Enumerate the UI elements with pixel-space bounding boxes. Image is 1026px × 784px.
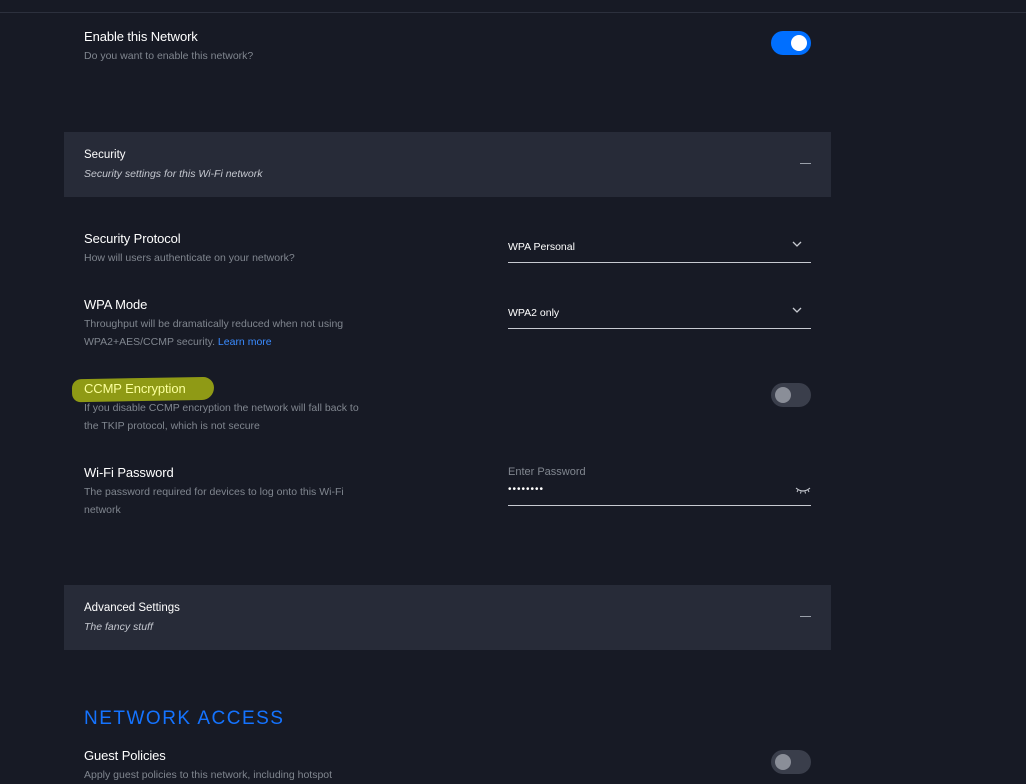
wifi-password-value: •••••••• [508, 484, 545, 495]
chevron-down-icon [792, 307, 802, 313]
security-protocol-title: Security Protocol [84, 231, 181, 246]
learn-more-link[interactable]: Learn more [218, 336, 272, 348]
enable-network-title: Enable this Network [84, 29, 198, 44]
wifi-password-title: Wi-Fi Password [84, 465, 174, 480]
wifi-password-description-line1: The password required for devices to log… [84, 486, 344, 498]
advanced-settings-section-header[interactable]: Advanced Settings The fancy stuff [64, 585, 831, 650]
eye-closed-icon[interactable] [795, 485, 811, 495]
ccmp-encryption-toggle[interactable] [771, 383, 811, 407]
wifi-password-description-line2: network [84, 504, 121, 516]
network-access-heading: NETWORK ACCESS [84, 708, 285, 729]
guest-policies-toggle[interactable] [771, 750, 811, 774]
security-protocol-description: How will users authenticate on your netw… [84, 252, 295, 264]
wifi-password-placeholder: Enter Password [508, 466, 586, 478]
security-protocol-value: WPA Personal [508, 241, 575, 253]
chevron-down-icon [792, 241, 802, 247]
ccmp-encryption-title: CCMP Encryption [84, 381, 186, 396]
toggle-knob [775, 754, 791, 770]
toggle-knob [775, 387, 791, 403]
ccmp-description-line2: the TKIP protocol, which is not secure [84, 420, 260, 432]
wifi-password-input[interactable]: Enter Password •••••••• [508, 466, 811, 506]
advanced-settings-title: Advanced Settings [84, 602, 180, 614]
top-divider [0, 12, 1026, 13]
enable-network-toggle[interactable] [771, 31, 811, 55]
guest-policies-title: Guest Policies [84, 748, 166, 763]
security-section-subtitle: Security settings for this Wi-Fi network [84, 168, 263, 180]
wpa-mode-description-line2: WPA2+AES/CCMP security. Learn more [84, 333, 272, 351]
wpa-mode-select[interactable]: WPA2 only [508, 298, 811, 329]
advanced-settings-subtitle: The fancy stuff [84, 621, 153, 633]
toggle-knob [791, 35, 807, 51]
security-section-header[interactable]: Security Security settings for this Wi-F… [64, 132, 831, 197]
ccmp-description-line1: If you disable CCMP encryption the netwo… [84, 402, 359, 414]
enable-network-description: Do you want to enable this network? [84, 50, 254, 62]
security-section-title: Security [84, 149, 126, 161]
wpa-mode-value: WPA2 only [508, 307, 560, 319]
guest-policies-description: Apply guest policies to this network, in… [84, 769, 333, 781]
wpa-mode-description-line1: Throughput will be dramatically reduced … [84, 318, 344, 330]
security-protocol-select[interactable]: WPA Personal [508, 232, 811, 263]
wpa-mode-description-text: WPA2+AES/CCMP security. [84, 336, 215, 348]
collapse-icon[interactable] [800, 616, 811, 617]
wpa-mode-title: WPA Mode [84, 297, 148, 312]
collapse-icon[interactable] [800, 163, 811, 164]
